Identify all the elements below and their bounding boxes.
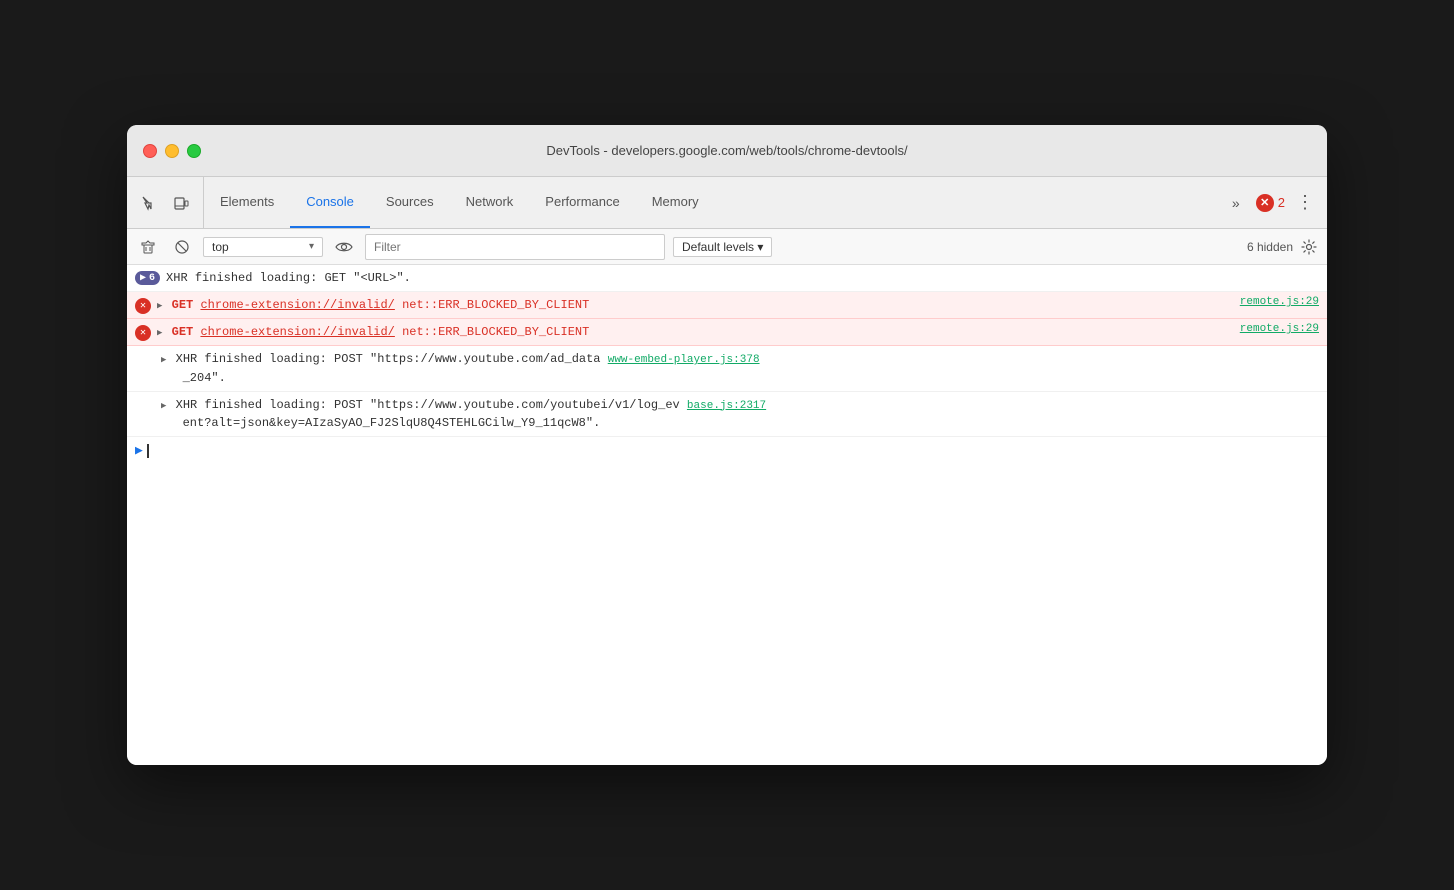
error-count-icon: ✕ (1256, 194, 1274, 212)
expand-arrow-3[interactable]: ▶ (161, 355, 166, 365)
log-entry: ▶6 XHR finished loading: GET "<URL>". (127, 265, 1327, 292)
expand-arrow-2[interactable]: ▶ (157, 328, 162, 338)
context-arrow: ▾ (309, 241, 314, 252)
context-selector[interactable]: top ▾ (203, 237, 323, 257)
error-link-2[interactable]: chrome-extension://invalid/ (200, 325, 394, 339)
toolbar-right: » ✕ 2 ⋮ (1214, 177, 1327, 228)
device-toggle-icon[interactable] (167, 189, 195, 217)
console-prompt[interactable]: ▶ (127, 437, 1327, 464)
maximize-button[interactable] (187, 144, 201, 158)
titlebar: DevTools - developers.google.com/web/too… (127, 125, 1327, 177)
error-count: 2 (1278, 195, 1285, 210)
entry-source-1[interactable]: remote.js:29 (1240, 296, 1319, 308)
error-badge: ✕ 2 (1256, 194, 1285, 212)
log-levels-button[interactable]: Default levels ▾ (673, 237, 772, 257)
console-settings-button[interactable] (1299, 237, 1319, 257)
entry-text: XHR finished loading: GET "<URL>". (166, 269, 1319, 287)
toolbar-left (127, 177, 204, 228)
error-icon-2: ✕ (135, 325, 151, 341)
expand-arrow[interactable]: ▶ (157, 301, 162, 311)
block-requests-button[interactable] (169, 234, 195, 260)
console-toolbar: top ▾ Default levels ▾ 6 hidden (127, 229, 1327, 265)
tabs-bar: Elements Console Sources Network Perform… (204, 177, 1214, 228)
traffic-lights (143, 144, 201, 158)
filter-input[interactable] (365, 234, 665, 260)
error-text-1: ▶ GET chrome-extension://invalid/ net::E… (157, 296, 1234, 314)
expand-arrow-4[interactable]: ▶ (161, 401, 166, 411)
window-title: DevTools - developers.google.com/web/too… (546, 143, 907, 158)
entry-text-3: ▶ XHR finished loading: POST "https://ww… (161, 396, 1319, 433)
tab-memory[interactable]: Memory (636, 177, 715, 228)
xhr-link-3[interactable]: https://www.youtube.com/youtubei/v1/log_… (377, 398, 679, 412)
error-link-1[interactable]: chrome-extension://invalid/ (200, 298, 394, 312)
tab-elements[interactable]: Elements (204, 177, 290, 228)
xhr-source-2[interactable]: www-embed-player.js:378 (608, 354, 760, 366)
more-tabs-button[interactable]: » (1222, 189, 1250, 217)
log-entry-xhr-3: ▶ XHR finished loading: POST "https://ww… (127, 392, 1327, 438)
tab-console[interactable]: Console (290, 177, 370, 228)
error-text-2: ▶ GET chrome-extension://invalid/ net::E… (157, 323, 1234, 341)
console-content: ▶6 XHR finished loading: GET "<URL>". ✕ … (127, 265, 1327, 765)
log-entry-xhr-2: ▶ XHR finished loading: POST "https://ww… (127, 346, 1327, 392)
entry-text-2: ▶ XHR finished loading: POST "https://ww… (161, 350, 1319, 387)
tab-performance[interactable]: Performance (529, 177, 635, 228)
entry-source-2[interactable]: remote.js:29 (1240, 323, 1319, 335)
xhr-badge: ▶6 (135, 271, 160, 285)
error-icon: ✕ (135, 298, 151, 314)
main-toolbar: Elements Console Sources Network Perform… (127, 177, 1327, 229)
minimize-button[interactable] (165, 144, 179, 158)
log-entry-error-2: ✕ ▶ GET chrome-extension://invalid/ net:… (127, 319, 1327, 346)
log-entry-error-1: ✕ ▶ GET chrome-extension://invalid/ net:… (127, 292, 1327, 319)
tab-sources[interactable]: Sources (370, 177, 450, 228)
devtools-window: DevTools - developers.google.com/web/too… (127, 125, 1327, 765)
hidden-count: 6 hidden (1247, 237, 1319, 257)
prompt-cursor (147, 444, 149, 458)
tab-network[interactable]: Network (450, 177, 530, 228)
clear-console-button[interactable] (135, 234, 161, 260)
xhr-link-2[interactable]: https://www.youtube.com/ad_data (377, 352, 600, 366)
eye-button[interactable] (331, 234, 357, 260)
prompt-arrow: ▶ (135, 443, 143, 458)
xhr-source-3[interactable]: base.js:2317 (687, 400, 766, 412)
devtools-menu-button[interactable]: ⋮ (1291, 189, 1319, 217)
inspect-icon[interactable] (135, 189, 163, 217)
close-button[interactable] (143, 144, 157, 158)
